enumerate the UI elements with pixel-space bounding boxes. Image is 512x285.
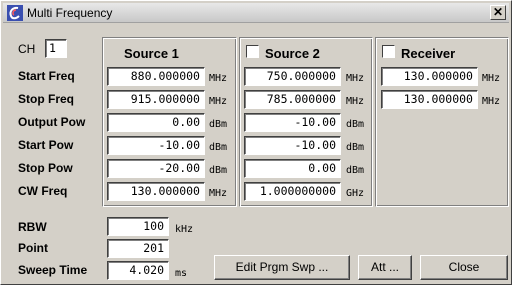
source2-stop-freq-input[interactable]: 785.000000 xyxy=(244,90,341,109)
receiver-checkbox[interactable] xyxy=(382,45,395,58)
sweep-time-input[interactable]: 4.020 xyxy=(107,261,169,280)
edit-prgm-swp-button[interactable]: Edit Prgm Swp ... xyxy=(214,255,350,280)
source2-cw-freq-input[interactable]: 1.000000000 xyxy=(244,182,341,201)
source1-stop-pow-input[interactable]: -20.00 xyxy=(107,159,205,178)
source1-start-freq-input[interactable]: 880.000000 xyxy=(107,67,205,86)
receiver-freq-2-unit: MHz xyxy=(482,96,501,107)
receiver-freq-1-input[interactable]: 130.000000 xyxy=(381,67,478,86)
source1-stop-freq-input[interactable]: 915.000000 xyxy=(107,90,205,109)
sweep-time-label: Sweep Time xyxy=(18,263,88,277)
source2-output-pow-input[interactable]: -10.00 xyxy=(244,113,341,132)
source2-cw-freq-unit: GHz xyxy=(346,188,365,199)
row-label-start-freq: Start Freq xyxy=(18,69,75,83)
source2-stop-pow-input[interactable]: 0.00 xyxy=(244,159,341,178)
row-label-stop-pow: Stop Pow xyxy=(18,161,73,175)
receiver-title: Receiver xyxy=(401,46,456,61)
source1-title: Source 1 xyxy=(124,46,179,61)
ch-input[interactable]: 1 xyxy=(45,39,67,58)
title-bar[interactable]: Multi Frequency ✕ xyxy=(3,3,509,23)
close-icon: ✕ xyxy=(492,5,504,19)
source2-stop-freq-unit: MHz xyxy=(346,96,365,107)
source2-checkbox[interactable] xyxy=(246,45,259,58)
source2-stop-pow-unit: dBm xyxy=(346,165,365,176)
source1-output-pow-unit: dBm xyxy=(209,119,228,130)
att-button[interactable]: Att ... xyxy=(358,255,412,280)
source2-title: Source 2 xyxy=(265,46,320,61)
source1-output-pow-input[interactable]: 0.00 xyxy=(107,113,205,132)
source1-start-pow-input[interactable]: -10.00 xyxy=(107,136,205,155)
source2-start-freq-unit: MHz xyxy=(346,73,365,84)
source1-start-pow-unit: dBm xyxy=(209,142,228,153)
window-close-button[interactable]: ✕ xyxy=(490,5,506,20)
sweep-time-unit: ms xyxy=(175,268,188,279)
source1-cw-freq-input[interactable]: 130.000000 xyxy=(107,182,205,201)
source1-start-freq-unit: MHz xyxy=(209,73,228,84)
close-button[interactable]: Close xyxy=(420,255,508,280)
multi-frequency-window: Multi Frequency ✕ CH 1 Start Freq Stop F… xyxy=(0,0,512,285)
source1-stop-pow-unit: dBm xyxy=(209,165,228,176)
receiver-freq-2-input[interactable]: 130.000000 xyxy=(381,90,478,109)
row-label-output-pow: Output Pow xyxy=(18,115,86,129)
source2-start-freq-input[interactable]: 750.000000 xyxy=(244,67,341,86)
row-label-stop-freq: Stop Freq xyxy=(18,92,74,106)
source2-start-pow-input[interactable]: -10.00 xyxy=(244,136,341,155)
source2-output-pow-unit: dBm xyxy=(346,119,365,130)
rbw-unit: kHz xyxy=(175,224,194,235)
source2-start-pow-unit: dBm xyxy=(346,142,365,153)
point-label: Point xyxy=(18,241,48,255)
receiver-panel xyxy=(375,37,509,207)
point-input[interactable]: 201 xyxy=(107,239,169,258)
row-label-cw-freq: CW Freq xyxy=(18,184,68,198)
source1-stop-freq-unit: MHz xyxy=(209,96,228,107)
source1-cw-freq-unit: MHz xyxy=(209,188,228,199)
rbw-label: RBW xyxy=(18,220,47,234)
window-title: Multi Frequency xyxy=(27,6,113,20)
receiver-freq-1-unit: MHz xyxy=(482,73,501,84)
rbw-input[interactable]: 100 xyxy=(107,217,169,236)
ch-label: CH xyxy=(18,42,36,56)
app-logo-icon xyxy=(7,5,23,21)
row-label-start-pow: Start Pow xyxy=(18,138,74,152)
